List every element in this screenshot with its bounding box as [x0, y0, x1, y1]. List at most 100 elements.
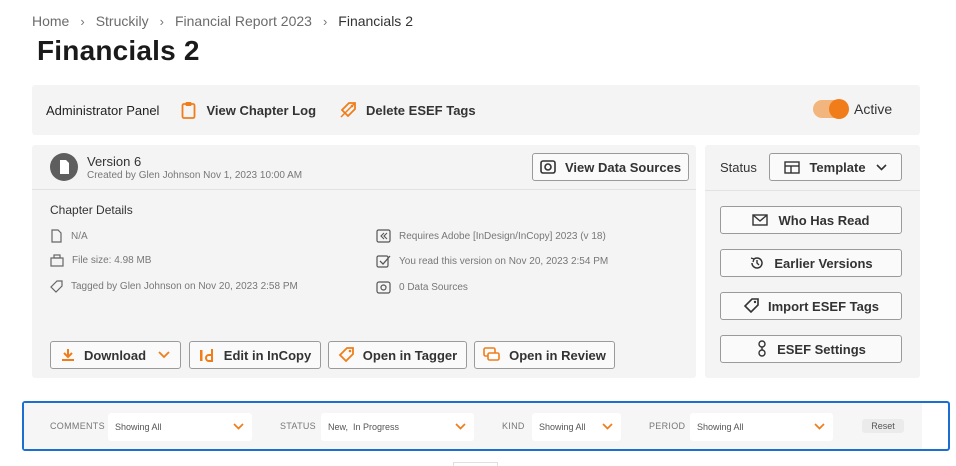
chevron-down-icon: [233, 423, 244, 430]
active-label: Active: [854, 101, 893, 117]
template-icon: [784, 160, 801, 174]
status-filter-value: New, In Progress: [328, 422, 400, 432]
status-divider: [705, 190, 920, 191]
breadcrumb-current: Financials 2: [338, 13, 413, 29]
import-tags-icon: [743, 298, 759, 314]
detail-file-size-text: File size: 4.98 MB: [72, 255, 152, 266]
detail-tagged-by-text: Tagged by Glen Johnson on Nov 20, 2023 2…: [71, 281, 298, 292]
breadcrumb-separator-icon: ›: [322, 13, 328, 29]
settings-icon: [758, 340, 766, 357]
comments-filter-select[interactable]: Showing All: [108, 413, 252, 441]
detail-na: N/A: [50, 229, 88, 243]
incopy-icon: [199, 348, 213, 362]
who-has-read-button[interactable]: Who Has Read: [720, 206, 902, 234]
tag-icon: [50, 280, 63, 293]
tagger-icon: [338, 347, 354, 363]
view-chapter-log-button[interactable]: View Chapter Log: [181, 101, 316, 119]
download-button[interactable]: Download: [50, 341, 181, 369]
mail-check-icon: [752, 214, 769, 226]
chevron-down-icon: [814, 423, 825, 430]
chevron-down-icon: [602, 423, 613, 430]
breadcrumb-separator-icon: ›: [80, 13, 85, 29]
open-in-review-button[interactable]: Open in Review: [474, 341, 615, 369]
period-filter-select[interactable]: Showing All: [690, 413, 833, 441]
data-sources-small-icon: [376, 281, 391, 294]
page-title: Financials 2: [37, 35, 200, 66]
admin-panel-label: Administrator Panel: [46, 102, 160, 118]
document-icon: [50, 153, 78, 181]
detail-tagged-by: Tagged by Glen Johnson on Nov 20, 2023 2…: [50, 280, 298, 293]
admin-panel: Administrator Panel View Chapter Log Del…: [32, 85, 920, 135]
comments-filter-label: COMMENTS: [50, 421, 105, 431]
adobe-requirement-icon: [376, 229, 391, 243]
open-in-tagger-button[interactable]: Open in Tagger: [328, 341, 467, 369]
clipboard-icon: [182, 102, 196, 119]
breadcrumb-financial-report[interactable]: Financial Report 2023: [175, 13, 312, 29]
file-cursor-icon: [51, 229, 62, 243]
esef-settings-button[interactable]: ESEF Settings: [720, 335, 902, 363]
version-subtitle: Created by Glen Johnson Nov 1, 2023 10:0…: [87, 170, 303, 181]
detail-requires-text: Requires Adobe [InDesign/InCopy] 2023 (v…: [399, 230, 606, 242]
chapter-details-title: Chapter Details: [50, 203, 133, 217]
status-filter-select[interactable]: New, In Progress: [321, 413, 474, 441]
period-filter-value: Showing All: [697, 422, 744, 432]
esef-settings-label: ESEF Settings: [777, 341, 866, 357]
review-icon: [483, 347, 500, 361]
toggle-knob: [829, 99, 849, 119]
delete-esef-tags-button[interactable]: Delete ESEF Tags: [340, 102, 476, 118]
chevron-down-icon: [158, 351, 170, 359]
breadcrumb: Home › Struckily › Financial Report 2023…: [32, 13, 413, 29]
earlier-versions-label: Earlier Versions: [774, 255, 873, 271]
kind-filter-select[interactable]: Showing All: [532, 413, 621, 441]
status-dropdown[interactable]: Template: [769, 153, 902, 181]
edit-in-incopy-label: Edit in InCopy: [223, 347, 312, 363]
detail-read-text: You read this version on Nov 20, 2023 2:…: [399, 255, 609, 267]
bottom-tab-stub: [453, 462, 498, 466]
read-check-icon: [376, 255, 391, 268]
status-label: Status: [720, 160, 757, 175]
version-header: Version 6 Created by Glen Johnson Nov 1,…: [32, 145, 696, 190]
earlier-versions-button[interactable]: Earlier Versions: [720, 249, 902, 277]
detail-file-size: File size: 4.98 MB: [50, 254, 151, 267]
tags-off-icon: [340, 102, 356, 118]
page: Home › Struckily › Financial Report 2023…: [0, 0, 956, 466]
detail-requires: Requires Adobe [InDesign/InCopy] 2023 (v…: [376, 229, 606, 243]
import-esef-tags-label: Import ESEF Tags: [768, 298, 879, 314]
detail-na-text: N/A: [71, 230, 88, 242]
delete-esef-tags-label: Delete ESEF Tags: [366, 102, 476, 118]
file-size-icon: [50, 254, 64, 267]
detail-data-sources-text: 0 Data Sources: [399, 281, 468, 293]
download-label: Download: [83, 347, 147, 363]
who-has-read-label: Who Has Read: [778, 212, 870, 228]
open-in-tagger-label: Open in Tagger: [362, 347, 458, 363]
download-icon: [61, 349, 74, 361]
status-value: Template: [809, 159, 866, 175]
version-title: Version 6: [87, 154, 142, 169]
breadcrumb-home[interactable]: Home: [32, 13, 69, 29]
data-sources-icon: [540, 160, 556, 174]
status-panel: Status Template Who Has Read Earlier Ver…: [705, 145, 920, 378]
kind-filter-label: KIND: [502, 421, 525, 431]
filter-bar-inner: COMMENTS Showing All STATUS New, In Prog…: [24, 403, 922, 449]
version-panel: Version 6 Created by Glen Johnson Nov 1,…: [32, 145, 696, 378]
view-data-sources-button[interactable]: View Data Sources: [532, 153, 689, 181]
chevron-down-icon: [455, 423, 466, 430]
active-toggle[interactable]: [813, 99, 849, 119]
chevron-down-icon: [875, 163, 887, 171]
breadcrumb-separator-icon: ›: [159, 13, 164, 29]
view-chapter-log-label: View Chapter Log: [206, 102, 317, 118]
filter-bar: COMMENTS Showing All STATUS New, In Prog…: [22, 401, 950, 451]
detail-read: You read this version on Nov 20, 2023 2:…: [376, 254, 608, 268]
comments-filter-value: Showing All: [115, 422, 162, 432]
status-filter-label: STATUS: [280, 421, 316, 431]
edit-in-incopy-button[interactable]: Edit in InCopy: [189, 341, 321, 369]
reset-filters-button[interactable]: Reset: [862, 419, 904, 433]
import-esef-tags-button[interactable]: Import ESEF Tags: [720, 292, 902, 320]
detail-data-sources: 0 Data Sources: [376, 280, 468, 294]
view-data-sources-label: View Data Sources: [564, 159, 682, 175]
open-in-review-label: Open in Review: [509, 347, 606, 363]
history-icon: [751, 257, 764, 269]
period-filter-label: PERIOD: [649, 421, 686, 431]
breadcrumb-struckily[interactable]: Struckily: [96, 13, 149, 29]
kind-filter-value: Showing All: [539, 422, 586, 432]
